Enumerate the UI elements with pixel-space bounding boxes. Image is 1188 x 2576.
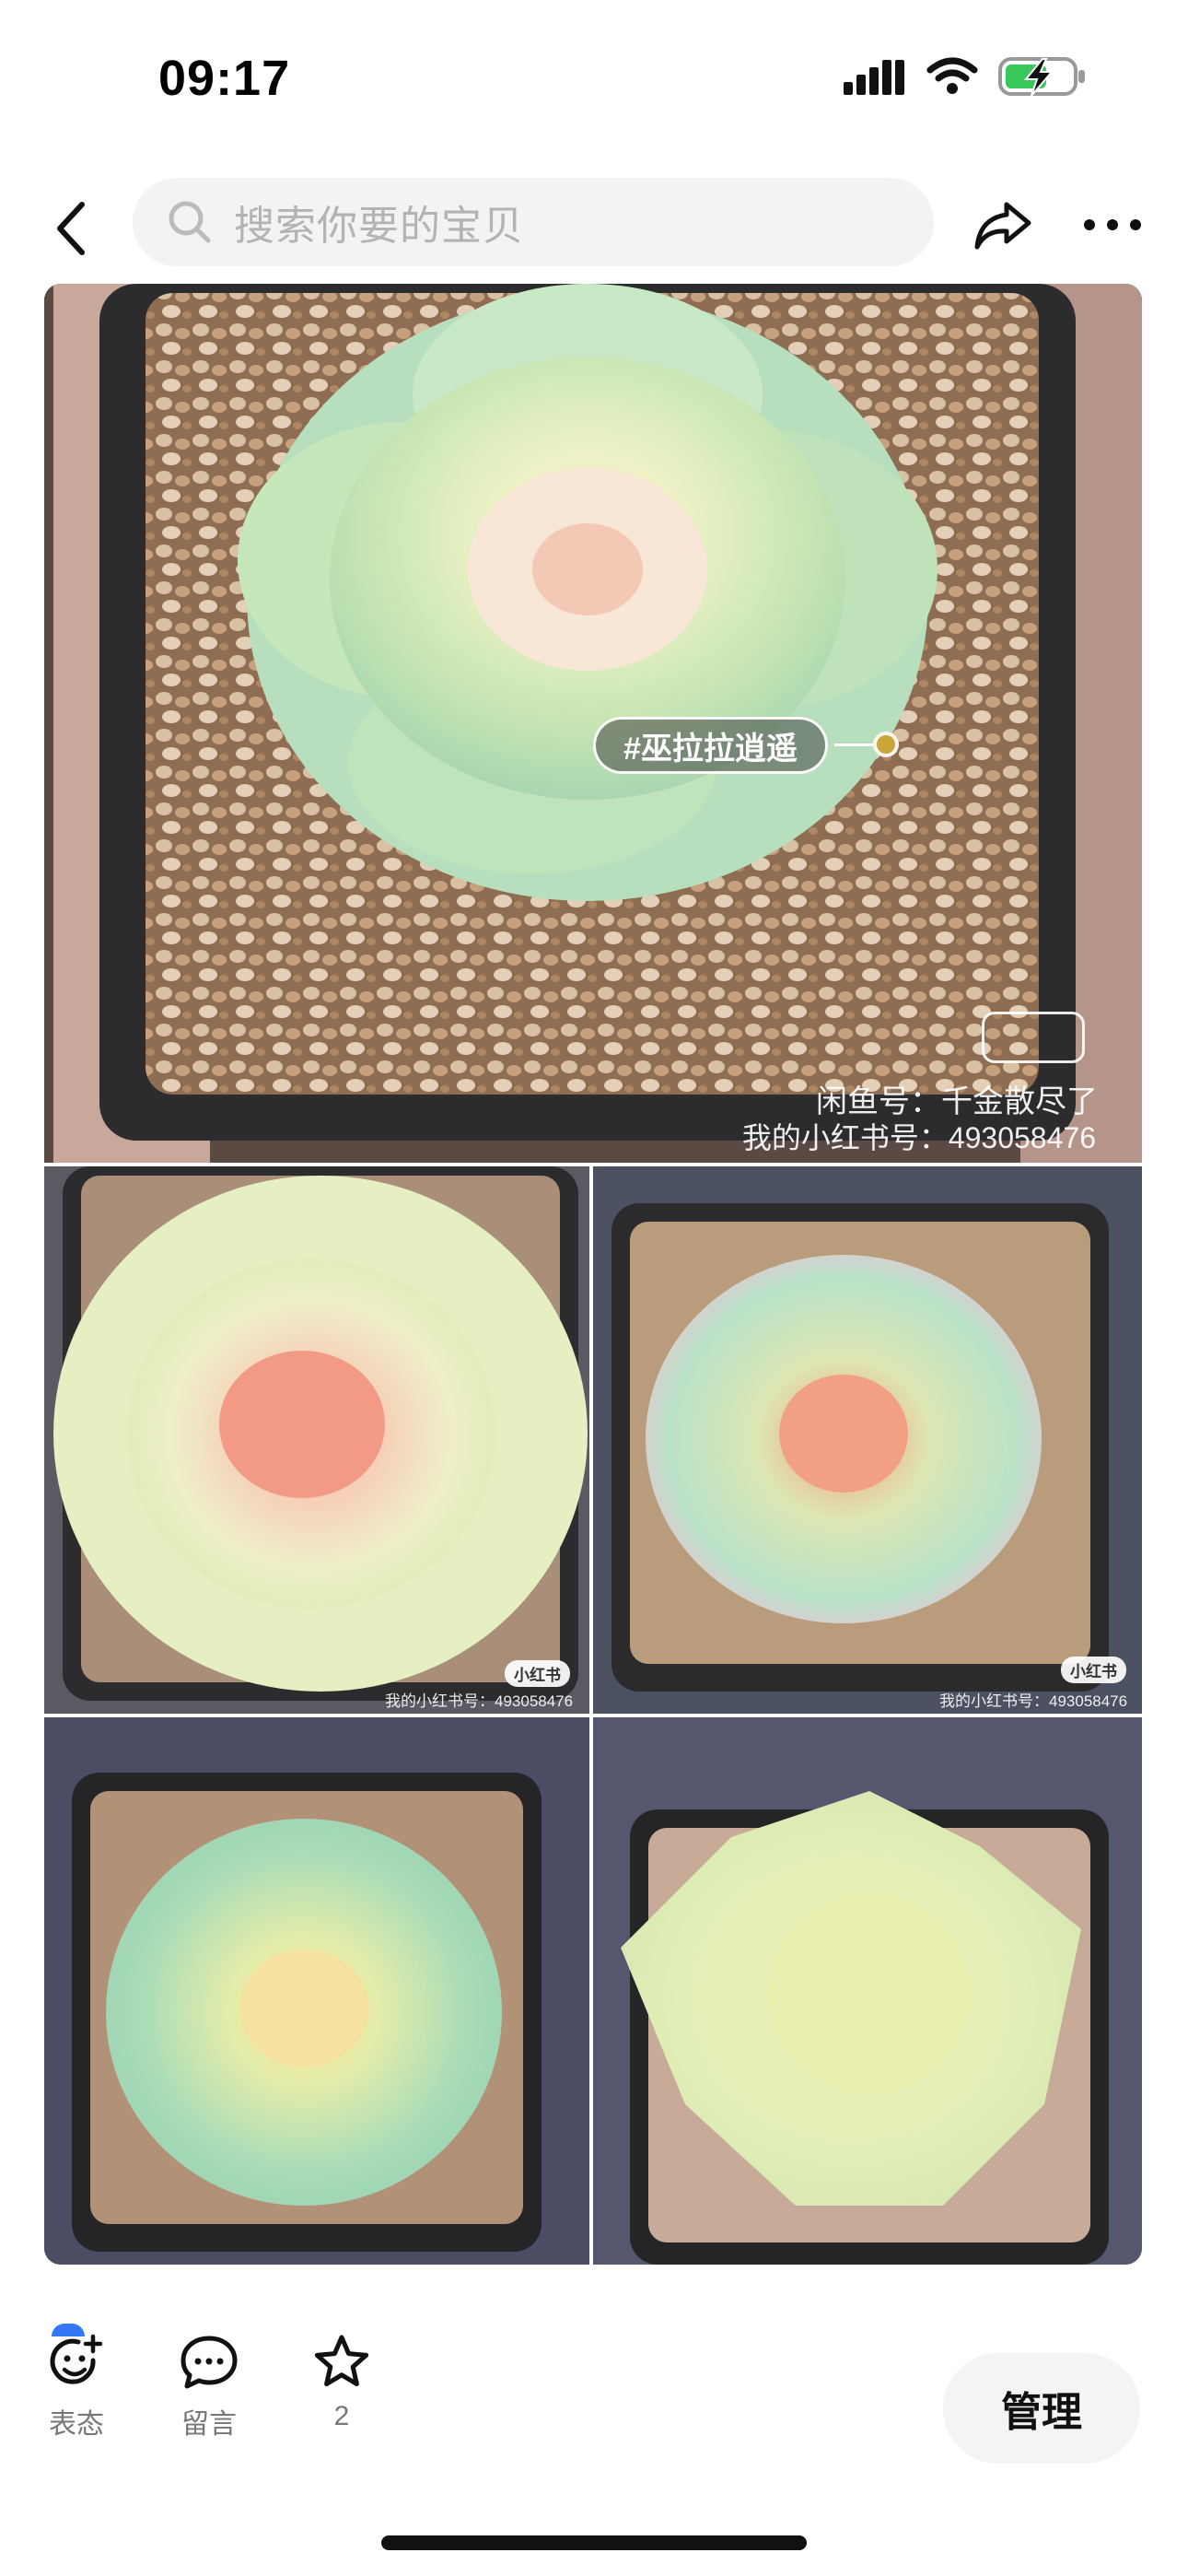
photo-tag[interactable]: #巫拉拉逍遥 (593, 717, 828, 774)
star-icon (314, 2335, 369, 2387)
succulent-image (593, 1717, 1142, 2265)
status-bar: 09:17 (0, 0, 1188, 157)
status-time: 09:17 (158, 51, 291, 106)
watermark-text-xiaohongshu: 我的小红书号：493058476 (741, 1121, 1096, 1154)
cellular-signal-icon (844, 60, 904, 95)
xiaohongshu-badge: 小红书 (1061, 1657, 1126, 1683)
favorite-button[interactable]: 2 (291, 2333, 392, 2432)
chevron-left-icon (57, 202, 85, 255)
grid-photo[interactable]: 小红书 我的小红书号：493058476 (44, 1166, 589, 1714)
watermark-text: 我的小红书号：493058476 (939, 1692, 1128, 1710)
grid-photo[interactable] (44, 1717, 589, 2265)
comment-label: 留言 (181, 2409, 237, 2440)
watermark-text: 我的小红书号：493058476 (385, 1692, 574, 1710)
tag-anchor-dot (873, 732, 899, 757)
share-button[interactable] (967, 188, 1041, 262)
search-icon (169, 201, 211, 243)
comment-button[interactable]: 留言 (158, 2333, 260, 2441)
search-placeholder: 搜索你要的宝贝 (234, 204, 524, 249)
home-indicator[interactable] (381, 2535, 807, 2550)
back-button[interactable] (39, 192, 103, 265)
watermark-logo (982, 1012, 1085, 1063)
react-button[interactable]: 表态 (26, 2333, 127, 2441)
succulent-image (44, 1166, 589, 1714)
react-label: 表态 (49, 2409, 104, 2440)
grid-photo[interactable]: 小红书 我的小红书号：493058476 (593, 1166, 1142, 1714)
search-input[interactable]: 搜索你要的宝贝 (133, 178, 934, 266)
share-icon (974, 202, 1031, 250)
bottom-action-bar: 表态 留言 2 管理 (0, 2331, 1188, 2488)
status-icons (844, 55, 1087, 98)
wifi-icon (926, 57, 978, 94)
battery-charging-icon (998, 57, 1085, 97)
more-button[interactable] (1076, 188, 1149, 262)
nav-bar: 搜索你要的宝贝 (0, 175, 1188, 276)
photo-gallery: #巫拉拉逍遥 闲鱼号：千金散尽了 我的小红书号：493058476 小红书 我的… (44, 284, 1142, 2265)
succulent-image (44, 284, 1142, 1163)
grid-photo[interactable] (593, 1717, 1142, 2265)
main-photo[interactable]: #巫拉拉逍遥 闲鱼号：千金散尽了 我的小红书号：493058476 (44, 284, 1142, 1163)
succulent-image (44, 1717, 589, 2265)
manage-button[interactable]: 管理 (943, 2353, 1140, 2464)
xiaohongshu-badge: 小红书 (505, 1660, 570, 1687)
more-dots-icon (1084, 219, 1141, 230)
smiley-plus-icon (50, 2334, 103, 2384)
succulent-image (593, 1166, 1142, 1714)
favorite-count: 2 (333, 2401, 350, 2431)
comment-bubble-icon (181, 2336, 238, 2389)
tag-connector (834, 744, 877, 746)
